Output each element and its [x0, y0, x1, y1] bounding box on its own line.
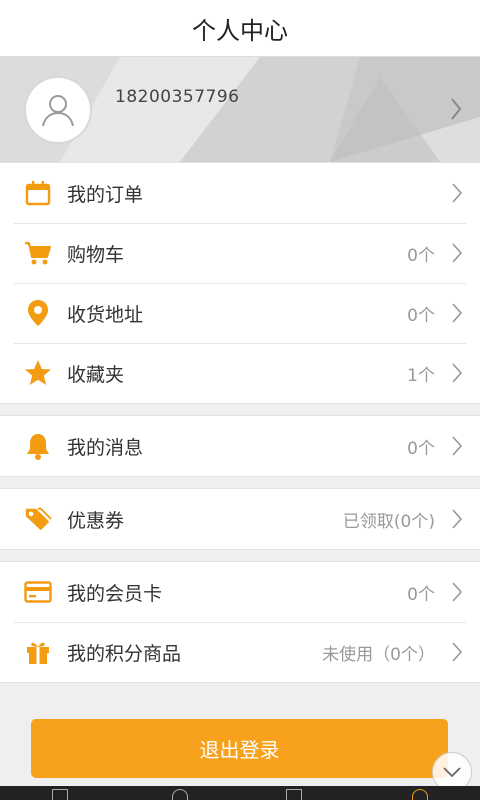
menu-item-label: 我的积分商品	[67, 642, 182, 665]
menu-item-value: 0个	[407, 305, 435, 326]
menu-item-my-orders[interactable]: 我的订单	[0, 163, 480, 223]
page-title: 个人中心	[192, 16, 288, 45]
chevron-right-icon	[452, 509, 462, 529]
menu-item-label: 我的订单	[67, 183, 144, 206]
bottom-tab-bar	[0, 786, 480, 800]
profile-header[interactable]: 18200357796	[0, 57, 480, 162]
menu-item-value: 0个	[407, 245, 435, 266]
menu-item-messages[interactable]: 我的消息 0个	[0, 416, 480, 476]
menu-item-label: 我的会员卡	[67, 582, 163, 605]
title-bar: 个人中心	[0, 0, 480, 57]
chevron-right-icon	[452, 642, 462, 662]
cart-icon	[24, 239, 52, 267]
menu-group-messages: 我的消息 0个	[0, 415, 480, 477]
chevron-right-icon	[451, 98, 462, 120]
chevron-right-icon	[452, 303, 462, 323]
calendar-icon	[24, 179, 52, 207]
menu-group-coupons: 优惠券 已领取(0个)	[0, 488, 480, 550]
home-tab-icon[interactable]	[52, 789, 68, 800]
chevron-right-icon	[452, 183, 462, 203]
menu-item-cart[interactable]: 购物车 0个	[0, 223, 480, 283]
star-icon	[24, 359, 52, 387]
menu-group-orders: 我的订单 购物车 0个 收货地址 0个 收藏夹 1个	[0, 162, 480, 404]
menu-item-coupons[interactable]: 优惠券 已领取(0个)	[0, 489, 480, 549]
menu-item-favorites[interactable]: 收藏夹 1个	[0, 343, 480, 403]
chevron-right-icon	[452, 582, 462, 602]
bell-icon	[24, 432, 52, 460]
menu-item-label: 收货地址	[67, 303, 144, 326]
menu-item-label: 收藏夹	[67, 363, 125, 386]
cart-tab-icon[interactable]	[286, 789, 302, 800]
user-tab-icon[interactable]	[172, 789, 188, 800]
tag-icon	[24, 505, 52, 533]
card-icon	[24, 578, 52, 606]
chevron-right-icon	[452, 436, 462, 456]
user-avatar-icon[interactable]	[24, 76, 92, 144]
location-pin-icon	[24, 299, 52, 327]
user-phone: 18200357796	[115, 87, 240, 107]
menu-item-value: 已领取(0个)	[342, 511, 435, 532]
menu-item-label: 购物车	[67, 243, 125, 266]
gift-icon	[24, 638, 52, 666]
menu-item-label: 优惠券	[67, 509, 125, 532]
menu-group-membership: 我的会员卡 0个 我的积分商品 未使用（0个）	[0, 561, 480, 683]
menu-item-value: 0个	[407, 438, 435, 459]
menu-item-member-card[interactable]: 我的会员卡 0个	[0, 562, 480, 622]
menu-item-points-goods[interactable]: 我的积分商品 未使用（0个）	[0, 622, 480, 682]
menu-item-address[interactable]: 收货地址 0个	[0, 283, 480, 343]
menu-item-value: 未使用（0个）	[322, 644, 435, 665]
logout-button[interactable]: 退出登录	[31, 719, 448, 778]
chevron-right-icon	[452, 243, 462, 263]
profile-tab-icon[interactable]	[412, 789, 428, 800]
menu-item-value: 1个	[407, 365, 435, 386]
chevron-down-icon	[443, 767, 461, 777]
chevron-right-icon	[452, 363, 462, 383]
menu-item-label: 我的消息	[67, 436, 144, 459]
menu-item-value: 0个	[407, 584, 435, 605]
